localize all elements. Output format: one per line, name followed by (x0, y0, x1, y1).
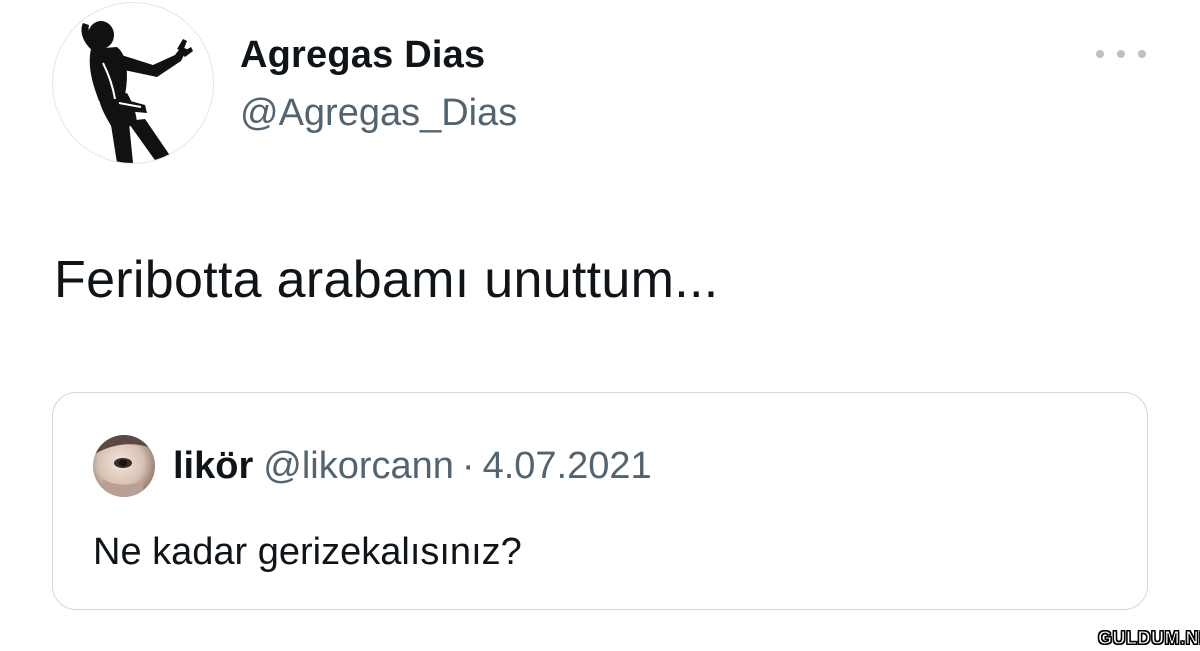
author-avatar[interactable] (52, 2, 214, 164)
quote-separator: · (461, 445, 475, 487)
more-dots-icon (1096, 50, 1104, 58)
quote-author-avatar[interactable] (93, 435, 155, 497)
quote-date[interactable]: 4.07.2021 (483, 445, 652, 487)
more-options-button[interactable] (1096, 40, 1146, 68)
quote-header: likör @likorcann · 4.07.2021 (173, 445, 652, 488)
dancing-silhouette-icon (81, 21, 193, 163)
author-handle[interactable]: @Agregas_Dias (240, 92, 517, 135)
quote-author-handle[interactable]: @likorcann (263, 445, 454, 487)
tweet-text: Feribotta arabamı unuttum... (54, 251, 719, 309)
quoted-tweet-card[interactable]: likör @likorcann · 4.07.2021 Ne kadar geriz… (52, 392, 1148, 610)
quote-text: Ne kadar gerizekalısınız? (93, 531, 522, 573)
more-dot (1117, 50, 1125, 58)
watermark-logo: GULDUM.NET (1098, 628, 1200, 649)
tweet-screenshot: Agregas Dias @Agregas_Dias Feribotta ara… (0, 0, 1200, 651)
face-photo-avatar (93, 435, 155, 497)
quote-author-name[interactable]: likör (173, 445, 253, 487)
author-display-name[interactable]: Agregas Dias (240, 34, 485, 77)
more-dot (1138, 50, 1146, 58)
